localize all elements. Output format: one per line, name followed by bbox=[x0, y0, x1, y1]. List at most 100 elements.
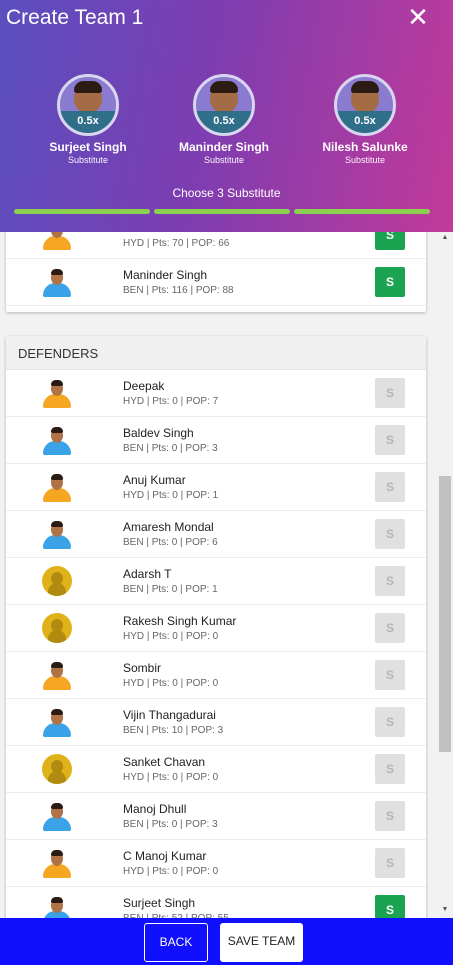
player-list[interactable]: Nilesh SalunkeHYD | Pts: 70 | POP: 66SMa… bbox=[0, 232, 453, 918]
player-avatar bbox=[42, 660, 72, 690]
substitute-role: Substitute bbox=[344, 155, 386, 165]
substitute-select-button[interactable]: S bbox=[375, 519, 405, 549]
substitute-select-button[interactable]: S bbox=[375, 267, 405, 297]
player-stats: HYD | Pts: 0 | POP: 0 bbox=[123, 866, 219, 877]
player-stats: BEN | Pts: 0 | POP: 3 bbox=[123, 819, 218, 830]
substitute-select-button[interactable]: S bbox=[375, 754, 405, 784]
progress-segment bbox=[294, 209, 430, 214]
multiplier-badge: 0.5x bbox=[60, 111, 116, 133]
player-name: Surjeet Singh bbox=[123, 896, 196, 910]
player-row[interactable]: Baldev Singh BEN | Pts: 0 | POP: 3 S bbox=[6, 417, 426, 464]
player-avatar bbox=[42, 378, 72, 408]
substitute-slot-2[interactable]: 0.5x Maninder Singh Substitute bbox=[164, 74, 284, 165]
player-stats: BEN | Pts: 0 | POP: 1 bbox=[123, 584, 218, 595]
player-avatar bbox=[42, 801, 72, 831]
player-row[interactable]: C Manoj Kumar HYD | Pts: 0 | POP: 0 S bbox=[6, 840, 426, 887]
substitute-select-button[interactable]: S bbox=[375, 232, 405, 250]
defenders-card: DEFENDERS Deepak HYD | Pts: 0 | POP: 7 S Ba… bbox=[6, 336, 426, 918]
player-row[interactable]: Sombir HYD | Pts: 0 | POP: 0 S bbox=[6, 652, 426, 699]
player-name: Nilesh Salunke bbox=[123, 232, 203, 235]
substitute-role: Substitute bbox=[203, 155, 245, 165]
substitute-select-button[interactable]: S bbox=[375, 660, 405, 690]
back-button[interactable]: BACK bbox=[144, 923, 208, 962]
player-name: Adarsh T bbox=[123, 567, 172, 581]
multiplier-badge: 0.5x bbox=[196, 111, 252, 133]
player-avatar: 0.5x bbox=[193, 74, 255, 136]
substitute-progress bbox=[14, 209, 430, 214]
player-stats: BEN | Pts: 116 | POP: 88 bbox=[123, 285, 234, 296]
player-row[interactable]: Rakesh Singh Kumar HYD | Pts: 0 | POP: 0 S bbox=[6, 605, 426, 652]
progress-segment bbox=[14, 209, 150, 214]
footer-bar: BACK SAVE TEAM bbox=[0, 918, 453, 965]
player-row[interactable]: Anuj Kumar HYD | Pts: 0 | POP: 1 S bbox=[6, 464, 426, 511]
create-team-header: Create Team 1 ✕ 0.5x Surjeet Singh Subst… bbox=[0, 0, 453, 232]
scrollbar[interactable]: ▲ ▼ bbox=[437, 232, 453, 918]
player-avatar bbox=[42, 754, 72, 784]
player-name: Vijin Thangadurai bbox=[123, 708, 216, 722]
player-avatar bbox=[42, 425, 72, 455]
section-heading: DEFENDERS bbox=[6, 336, 426, 370]
scrollbar-thumb[interactable] bbox=[439, 476, 451, 752]
player-avatar bbox=[42, 613, 72, 643]
player-stats: BEN | Pts: 0 | POP: 3 bbox=[123, 443, 218, 454]
player-stats: HYD | Pts: 0 | POP: 1 bbox=[123, 490, 219, 501]
substitute-name: Nilesh Salunke bbox=[322, 140, 408, 154]
player-row[interactable]: Deepak HYD | Pts: 0 | POP: 7 S bbox=[6, 370, 426, 417]
player-avatar bbox=[42, 566, 72, 596]
player-row[interactable]: Sanket Chavan HYD | Pts: 0 | POP: 0 S bbox=[6, 746, 426, 793]
player-row[interactable]: Maninder Singh BEN | Pts: 116 | POP: 88 S bbox=[6, 259, 426, 306]
substitute-role: Substitute bbox=[67, 155, 109, 165]
player-avatar bbox=[42, 472, 72, 502]
save-team-button[interactable]: SAVE TEAM bbox=[220, 923, 303, 962]
player-stats: HYD | Pts: 0 | POP: 0 bbox=[123, 678, 219, 689]
close-icon[interactable]: ✕ bbox=[406, 4, 430, 30]
player-name: C Manoj Kumar bbox=[123, 849, 207, 863]
substitute-slot-1[interactable]: 0.5x Surjeet Singh Substitute bbox=[28, 74, 148, 165]
substitute-select-button[interactable]: S bbox=[375, 801, 405, 831]
substitute-select-button[interactable]: S bbox=[375, 425, 405, 455]
player-row[interactable]: Vijin Thangadurai BEN | Pts: 10 | POP: 3 S bbox=[6, 699, 426, 746]
player-avatar bbox=[42, 232, 72, 250]
player-row[interactable]: Amaresh Mondal BEN | Pts: 0 | POP: 6 S bbox=[6, 511, 426, 558]
player-stats: HYD | Pts: 0 | POP: 0 bbox=[123, 772, 219, 783]
substitute-slot-3[interactable]: 0.5x Nilesh Salunke Substitute bbox=[305, 74, 425, 165]
page-title: Create Team 1 bbox=[6, 6, 144, 29]
player-row[interactable]: Manoj Dhull BEN | Pts: 0 | POP: 3 S bbox=[6, 793, 426, 840]
player-name: Baldev Singh bbox=[123, 426, 194, 440]
substitute-select-button[interactable]: S bbox=[375, 707, 405, 737]
player-stats: HYD | Pts: 0 | POP: 0 bbox=[123, 631, 219, 642]
player-row[interactable]: Nilesh Salunke HYD | Pts: 70 | POP: 66 S bbox=[6, 232, 426, 259]
player-avatar: 0.5x bbox=[57, 74, 119, 136]
substitute-name: Surjeet Singh bbox=[49, 140, 127, 154]
player-name: Amaresh Mondal bbox=[123, 520, 214, 534]
player-name: Maninder Singh bbox=[123, 268, 208, 282]
multiplier-badge: 0.5x bbox=[337, 111, 393, 133]
player-row[interactable]: Adarsh T BEN | Pts: 0 | POP: 1 S bbox=[6, 558, 426, 605]
player-avatar bbox=[42, 707, 72, 737]
player-avatar bbox=[42, 519, 72, 549]
scroll-up-icon[interactable]: ▲ bbox=[441, 234, 449, 242]
player-name: Sombir bbox=[123, 661, 162, 675]
player-name: Deepak bbox=[123, 379, 165, 393]
substitute-select-button[interactable]: S bbox=[375, 378, 405, 408]
player-name: Sanket Chavan bbox=[123, 755, 206, 769]
scroll-down-icon[interactable]: ▼ bbox=[441, 906, 449, 914]
substitute-name: Maninder Singh bbox=[179, 140, 269, 154]
substitute-select-button[interactable]: S bbox=[375, 472, 405, 502]
substitute-select-button[interactable]: S bbox=[375, 566, 405, 596]
player-name: Rakesh Singh Kumar bbox=[123, 614, 237, 628]
progress-segment bbox=[154, 209, 290, 214]
choose-substitute-text: Choose 3 Substitute bbox=[172, 186, 281, 200]
substitute-select-button[interactable]: S bbox=[375, 613, 405, 643]
player-avatar bbox=[42, 848, 72, 878]
player-stats: HYD | Pts: 70 | POP: 66 bbox=[123, 238, 230, 249]
player-avatar bbox=[42, 267, 72, 297]
player-name: Anuj Kumar bbox=[123, 473, 186, 487]
player-row[interactable]: Surjeet SinghBEN | Pts: 52 | POP: 55S bbox=[6, 887, 426, 918]
player-stats: BEN | Pts: 10 | POP: 3 bbox=[123, 725, 224, 736]
player-stats: HYD | Pts: 0 | POP: 7 bbox=[123, 396, 219, 407]
player-avatar: 0.5x bbox=[334, 74, 396, 136]
substitute-select-button[interactable]: S bbox=[375, 848, 405, 878]
substitute-select-button[interactable]: S bbox=[375, 895, 405, 918]
player-stats: BEN | Pts: 0 | POP: 6 bbox=[123, 537, 218, 548]
